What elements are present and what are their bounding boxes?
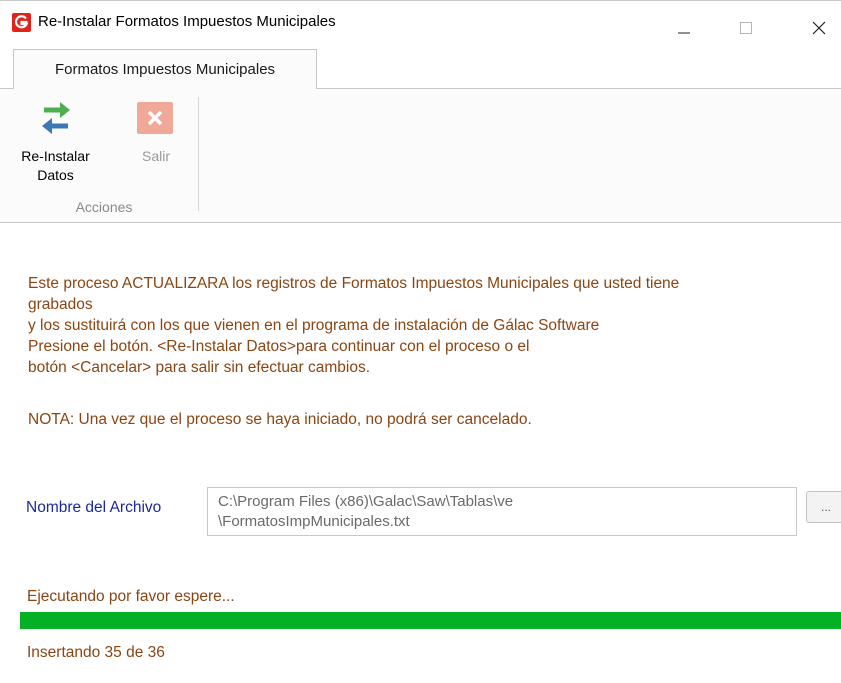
close-box-icon <box>137 102 173 134</box>
maximize-icon <box>740 22 752 34</box>
progress-caption: Insertando 35 de 36 <box>27 644 165 661</box>
progress-bar <box>20 612 841 629</box>
reinstall-data-button[interactable]: Re-Instalar Datos <box>14 97 132 193</box>
exit-label: Salir <box>141 148 170 164</box>
warning-note: NOTA: Una vez que el proceso se haya ini… <box>28 411 532 428</box>
message-line: botón <Cancelar> para salir sin efectuar… <box>28 359 371 376</box>
file-name-label: Nombre del Archivo <box>26 499 162 516</box>
ribbon-group-label: Acciones <box>75 199 133 215</box>
exit-button[interactable]: Salir <box>127 97 185 193</box>
message-line: y los sustituirá con los que vienen en e… <box>28 317 600 334</box>
file-path-line1: C:\Program Files (x86)\Galac\Saw\Tablas\… <box>218 493 514 510</box>
reinstall-label-line2: Datos <box>37 167 74 183</box>
swap-arrows-icon <box>42 102 70 134</box>
close-icon <box>812 21 826 35</box>
dialog-window: Re-Instalar Formatos Impuestos Municipal… <box>0 0 841 683</box>
close-button[interactable] <box>795 1 841 45</box>
file-path-line2: \FormatosImpMunicipales.txt <box>218 513 410 530</box>
window-title: Re-Instalar Formatos Impuestos Municipal… <box>38 13 336 30</box>
tab-cover <box>14 88 316 89</box>
reinstall-label-line1: Re-Instalar <box>21 148 90 164</box>
minimize-button[interactable] <box>660 1 706 45</box>
ribbon-bottom-border <box>0 222 841 223</box>
galac-logo-icon <box>12 13 31 32</box>
browse-button[interactable]: ... <box>806 491 841 523</box>
message-line: grabados <box>28 296 93 313</box>
progress-fill <box>20 612 841 629</box>
tab-formatos-impuestos-municipales[interactable]: Formatos Impuestos Municipales <box>13 49 317 89</box>
message-line: Presione el botón. <Re-Instalar Datos>pa… <box>28 338 530 355</box>
ribbon-group-separator <box>198 97 199 211</box>
process-description: Este proceso ACTUALIZARA los registros d… <box>28 273 838 378</box>
message-line: Este proceso ACTUALIZARA los registros d… <box>28 275 680 292</box>
title-bar: Re-Instalar Formatos Impuestos Municipal… <box>0 0 841 44</box>
file-path-field[interactable]: C:\Program Files (x86)\Galac\Saw\Tablas\… <box>207 487 797 536</box>
status-text: Ejecutando por favor espere... <box>27 588 235 605</box>
minimize-icon <box>678 32 690 34</box>
maximize-button[interactable] <box>723 1 769 45</box>
